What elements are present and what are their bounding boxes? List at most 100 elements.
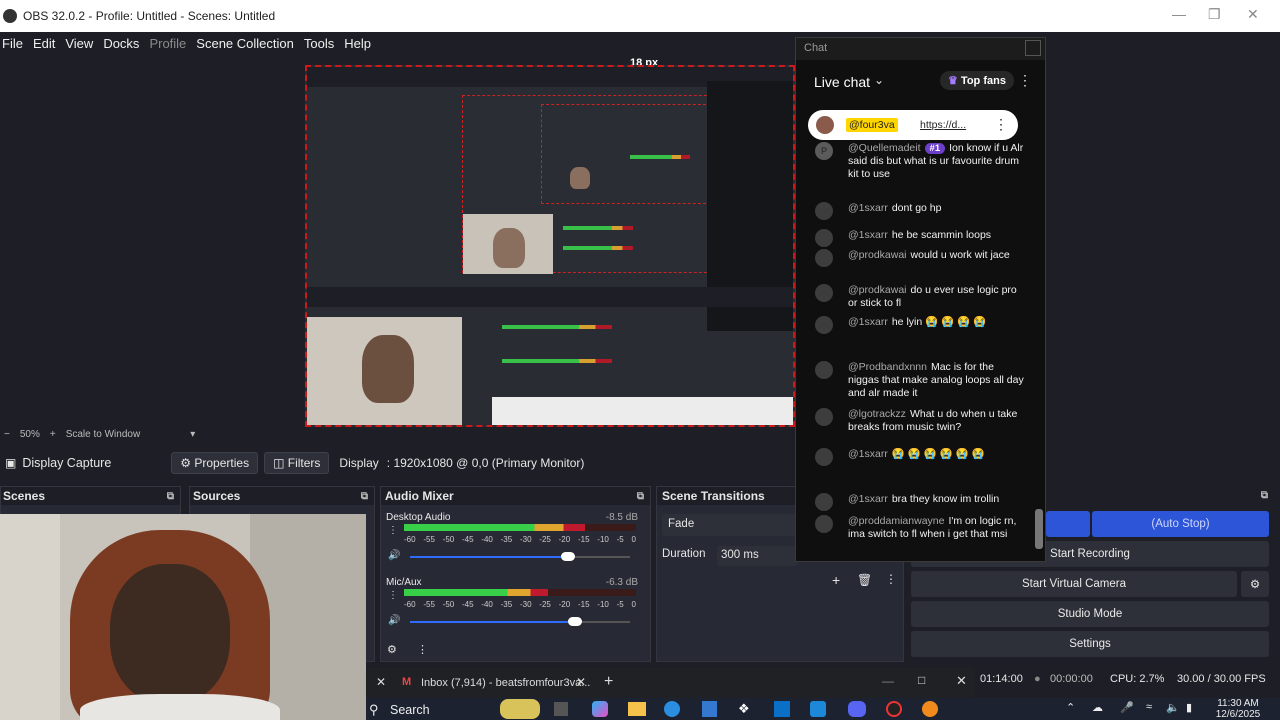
volume-slider[interactable] bbox=[410, 617, 630, 626]
chat-message[interactable]: P @Quellemadeit #1 Ion know if u Alr said d… bbox=[815, 142, 1026, 181]
chat-message[interactable]: @lgotrackzz What u do when u take breaks … bbox=[815, 408, 1026, 434]
chat-username[interactable]: @1sxarr bbox=[848, 202, 888, 214]
volume-icon[interactable]: 🔈 bbox=[1166, 701, 1180, 714]
studio-mode-button[interactable]: Studio Mode bbox=[911, 601, 1269, 627]
zoom-out-icon[interactable]: − bbox=[4, 429, 10, 440]
filters-button[interactable]: ◫ Filters bbox=[264, 452, 330, 474]
maximize-icon[interactable]: ❐ bbox=[1208, 6, 1221, 23]
maximize-icon[interactable]: □ bbox=[918, 673, 925, 687]
chevron-up-icon[interactable]: ⌃ bbox=[1066, 701, 1075, 714]
chat-username[interactable]: @1sxarr bbox=[848, 448, 888, 460]
chevron-down-icon[interactable]: ⌄ bbox=[874, 73, 884, 87]
cloud-icon[interactable]: ☁ bbox=[1092, 701, 1103, 714]
discord-icon[interactable] bbox=[848, 701, 866, 717]
microphone-icon[interactable]: 🎤 bbox=[1120, 701, 1134, 714]
trash-icon[interactable]: 🗑 bbox=[857, 573, 872, 587]
fl-studio-icon[interactable] bbox=[922, 701, 938, 717]
chat-username[interactable]: @lgotrackzz bbox=[848, 408, 906, 420]
chat-username[interactable]: @prodkawai bbox=[848, 284, 907, 296]
preview-canvas[interactable] bbox=[305, 65, 795, 427]
chat-username[interactable]: @Prodbandxnnn bbox=[848, 361, 927, 373]
chat-username[interactable]: @prodkawai bbox=[848, 249, 907, 261]
menu-file[interactable]: File bbox=[0, 36, 31, 51]
volume-slider[interactable] bbox=[410, 552, 630, 561]
close-window-icon[interactable]: ✕ bbox=[956, 673, 967, 689]
file-explorer-icon[interactable] bbox=[628, 702, 646, 716]
menu-edit[interactable]: Edit bbox=[31, 36, 63, 51]
clock[interactable]: 11:30 AM 12/6/2025 bbox=[1213, 698, 1263, 720]
zoom-mode[interactable]: Scale to Window bbox=[66, 429, 140, 440]
task-view-icon[interactable] bbox=[554, 702, 568, 716]
tab-title[interactable]: Inbox (7,914) - beatsfromfour3va... bbox=[421, 677, 590, 689]
properties-button[interactable]: ⚙ Properties bbox=[171, 452, 259, 474]
display-value[interactable]: : 1920x1080 @ 0,0 (Primary Monitor) bbox=[387, 456, 585, 470]
close-tab-icon[interactable]: ✕ bbox=[576, 675, 586, 689]
close-icon[interactable]: ✕ bbox=[1247, 6, 1259, 23]
kebab-icon[interactable]: ⋮ bbox=[994, 116, 1008, 133]
menu-tools[interactable]: Tools bbox=[302, 36, 342, 51]
scroll-thumb[interactable] bbox=[1035, 509, 1043, 549]
undock-icon[interactable]: ⧉ bbox=[1261, 490, 1268, 501]
virtual-camera-gear-icon[interactable]: ⚙ bbox=[1241, 571, 1269, 597]
minimize-icon[interactable]: — bbox=[1172, 6, 1186, 22]
vscode-icon[interactable] bbox=[774, 701, 790, 717]
pinned-message[interactable]: @four3va https://d... ⋮ bbox=[808, 110, 1018, 140]
kebab-icon[interactable]: ⋮ bbox=[1018, 72, 1032, 89]
weather-widget-icon[interactable] bbox=[500, 699, 540, 719]
battery-icon[interactable]: ▮ bbox=[1186, 701, 1192, 714]
wifi-icon[interactable]: ≈ bbox=[1146, 701, 1152, 713]
chat-message[interactable]: @1sxarr bra they know im trollin bbox=[815, 493, 1026, 511]
start-virtual-camera-button[interactable]: Start Virtual Camera bbox=[911, 571, 1237, 597]
close-icon[interactable] bbox=[1025, 40, 1041, 56]
close-icon[interactable]: ✕ bbox=[376, 675, 386, 689]
menu-profile[interactable]: Profile bbox=[147, 36, 194, 51]
search-icon[interactable]: ⚲ bbox=[369, 702, 379, 718]
obs-taskbar-icon[interactable] bbox=[886, 701, 902, 717]
menu-docks[interactable]: Docks bbox=[101, 36, 147, 51]
menu-view[interactable]: View bbox=[63, 36, 101, 51]
advanced-audio-gear-icon[interactable]: ⚙ bbox=[387, 643, 397, 656]
chat-username[interactable]: @Quellemadeit bbox=[848, 142, 921, 154]
copilot-icon[interactable] bbox=[592, 701, 608, 717]
undock-icon[interactable]: ⧉ bbox=[637, 491, 644, 502]
undock-icon[interactable]: ⧉ bbox=[361, 491, 368, 502]
start-streaming-button[interactable] bbox=[1046, 511, 1090, 537]
speaker-icon[interactable]: 🔊 bbox=[388, 615, 400, 626]
speaker-icon[interactable]: 🔊 bbox=[388, 550, 400, 561]
kebab-icon[interactable]: ⋮ bbox=[417, 643, 428, 656]
chat-message[interactable]: @1sxarr he be scammin loops bbox=[815, 229, 1026, 247]
edge-icon[interactable] bbox=[664, 701, 680, 717]
auto-stop-button[interactable]: (Auto Stop) bbox=[1092, 511, 1269, 537]
taskbar-search[interactable]: Search bbox=[390, 703, 430, 717]
chat-message[interactable]: @Prodbandxnnn Mac is for the niggas that … bbox=[815, 361, 1026, 400]
chat-scrollbar[interactable] bbox=[1035, 104, 1043, 559]
pinned-link[interactable]: https://d... bbox=[920, 119, 966, 131]
live-chat-title[interactable]: Live chat bbox=[814, 74, 870, 90]
chat-message[interactable]: @1sxarr he lyin 😭 😭 😭 😭 bbox=[815, 316, 1026, 334]
menu-help[interactable]: Help bbox=[342, 36, 379, 51]
settings-button[interactable]: Settings bbox=[911, 631, 1269, 657]
chat-username[interactable]: @proddamianwayne bbox=[848, 515, 944, 527]
chat-message[interactable]: @prodkawai do u ever use logic pro or sti… bbox=[815, 284, 1026, 310]
store-icon[interactable] bbox=[702, 701, 717, 717]
undock-icon[interactable]: ⧉ bbox=[167, 491, 174, 502]
zoom-in-icon[interactable]: + bbox=[50, 429, 56, 440]
chat-message[interactable]: @prodkawai would u work wit jace bbox=[815, 249, 1026, 267]
dropbox-icon[interactable]: ❖ bbox=[738, 701, 754, 717]
new-tab-icon[interactable]: + bbox=[604, 673, 613, 691]
chat-message[interactable]: @1sxarr 😭 😭 😭 😭 😭 😭 bbox=[815, 448, 1026, 466]
kebab-icon[interactable]: ⋮ bbox=[388, 525, 398, 536]
minimize-icon[interactable]: — bbox=[882, 674, 894, 688]
transition-select[interactable]: Fade bbox=[662, 514, 797, 536]
chat-message[interactable]: @proddamianwayne I'm on logic rn, ima swi… bbox=[815, 515, 1026, 541]
kebab-icon[interactable]: ⋮ bbox=[885, 572, 897, 586]
chat-username[interactable]: @1sxarr bbox=[848, 493, 888, 505]
menu-scene-collection[interactable]: Scene Collection bbox=[194, 36, 302, 51]
top-fans-button[interactable]: ♛ Top fans bbox=[940, 71, 1014, 90]
duration-field[interactable]: 300 ms bbox=[717, 546, 797, 566]
add-icon[interactable]: + bbox=[832, 572, 840, 588]
chat-message[interactable]: @1sxarr dont go hp bbox=[815, 202, 1026, 220]
chevron-down-icon[interactable]: ▾ bbox=[190, 429, 195, 440]
outlook-icon[interactable] bbox=[810, 701, 826, 717]
chat-username[interactable]: @1sxarr bbox=[848, 229, 888, 241]
